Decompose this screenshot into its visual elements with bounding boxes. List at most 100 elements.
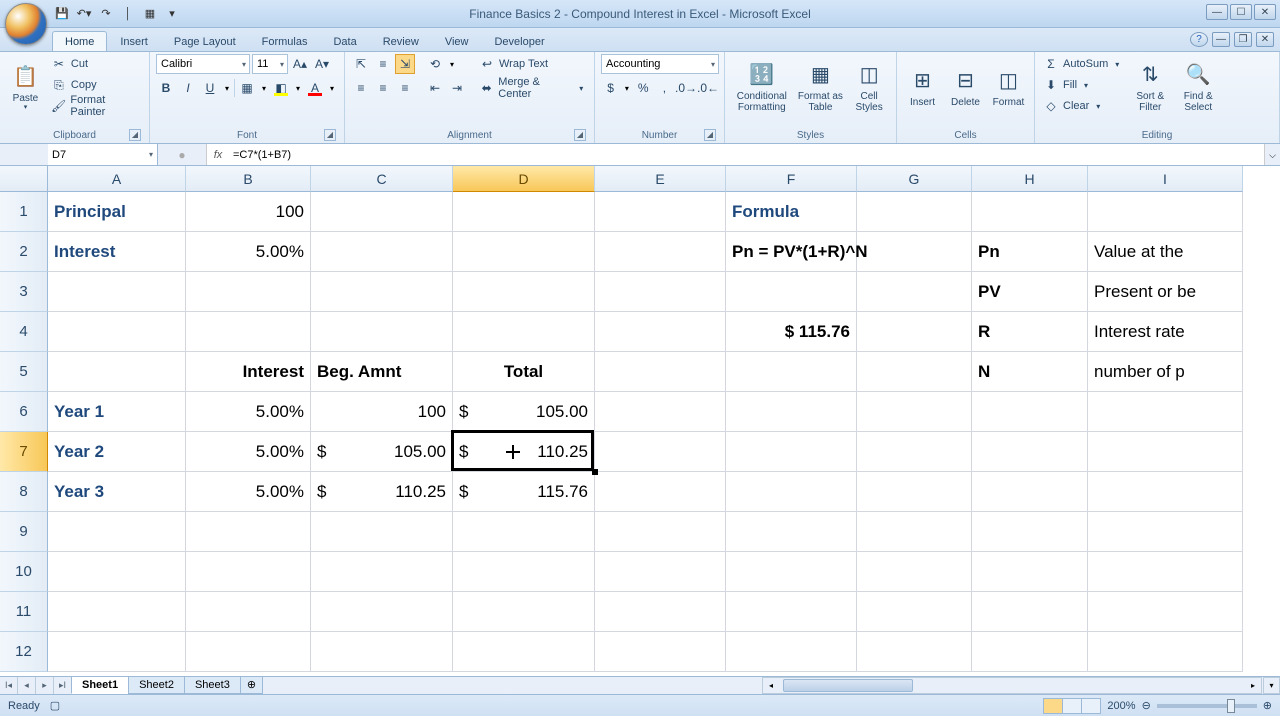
cell-F7[interactable] bbox=[726, 432, 857, 472]
cell-F6[interactable] bbox=[726, 392, 857, 432]
col-header-H[interactable]: H bbox=[972, 166, 1088, 192]
cell-G9[interactable] bbox=[857, 512, 972, 552]
cell-F12[interactable] bbox=[726, 632, 857, 672]
col-header-A[interactable]: A bbox=[48, 166, 186, 192]
qat-custom1-icon[interactable]: ▦ bbox=[140, 4, 160, 24]
sheet-nav-next[interactable]: ▸ bbox=[36, 677, 54, 694]
cell-B8[interactable]: 5.00% bbox=[186, 472, 311, 512]
tab-page-layout[interactable]: Page Layout bbox=[161, 31, 249, 51]
cell-C3[interactable] bbox=[311, 272, 453, 312]
sheet-tab-sheet1[interactable]: Sheet1 bbox=[71, 677, 129, 694]
cell-H2[interactable]: Pn bbox=[972, 232, 1088, 272]
cell-E3[interactable] bbox=[595, 272, 726, 312]
office-button[interactable] bbox=[5, 3, 47, 45]
fx-button[interactable]: fx bbox=[207, 149, 229, 161]
macro-record-icon[interactable]: ▢ bbox=[50, 699, 60, 712]
cell-D4[interactable] bbox=[453, 312, 595, 352]
cell-G11[interactable] bbox=[857, 592, 972, 632]
row-header-11[interactable]: 11 bbox=[0, 592, 48, 632]
wrap-text-button[interactable]: ↩Wrap Text bbox=[477, 54, 588, 74]
cell-I12[interactable] bbox=[1088, 632, 1243, 672]
font-launcher[interactable]: ◢ bbox=[324, 129, 336, 141]
conditional-formatting-button[interactable]: 🔢Conditional Formatting bbox=[731, 54, 793, 120]
border-button[interactable]: ▦ bbox=[237, 78, 257, 98]
cell-B5[interactable]: Interest bbox=[186, 352, 311, 392]
cell-A8[interactable]: Year 3 bbox=[48, 472, 186, 512]
tab-review[interactable]: Review bbox=[370, 31, 432, 51]
zoom-in-button[interactable]: ⊕ bbox=[1263, 699, 1272, 712]
expand-formula-bar[interactable]: ⌵ bbox=[1264, 144, 1280, 165]
maximize-button[interactable]: ☐ bbox=[1230, 4, 1252, 20]
cell-E4[interactable] bbox=[595, 312, 726, 352]
cell-G6[interactable] bbox=[857, 392, 972, 432]
cell-E10[interactable] bbox=[595, 552, 726, 592]
row-header-12[interactable]: 12 bbox=[0, 632, 48, 672]
underline-button[interactable]: U bbox=[200, 78, 220, 98]
cell-A5[interactable] bbox=[48, 352, 186, 392]
help-icon[interactable]: ? bbox=[1190, 32, 1208, 47]
align-right-icon[interactable]: ≡ bbox=[395, 78, 415, 98]
format-cells-button[interactable]: ◫Format bbox=[989, 54, 1028, 120]
cell-H12[interactable] bbox=[972, 632, 1088, 672]
font-size-combo[interactable]: 11 bbox=[252, 54, 288, 74]
cell-F5[interactable] bbox=[726, 352, 857, 392]
row-header-2[interactable]: 2 bbox=[0, 232, 48, 272]
cell-H1[interactable] bbox=[972, 192, 1088, 232]
comma-format-icon[interactable]: , bbox=[655, 78, 674, 98]
cell-C12[interactable] bbox=[311, 632, 453, 672]
scroll-thumb[interactable] bbox=[783, 679, 913, 692]
cell-A11[interactable] bbox=[48, 592, 186, 632]
cell-F1[interactable]: Formula bbox=[726, 192, 857, 232]
cell-B4[interactable] bbox=[186, 312, 311, 352]
cell-G2[interactable] bbox=[857, 232, 972, 272]
workbook-minimize[interactable]: — bbox=[1212, 32, 1230, 47]
cell-I10[interactable] bbox=[1088, 552, 1243, 592]
page-break-view-button[interactable] bbox=[1081, 698, 1101, 714]
format-painter-button[interactable]: 🖌Format Painter bbox=[49, 96, 143, 116]
align-middle-icon[interactable]: ≡ bbox=[373, 54, 393, 74]
cell-E9[interactable] bbox=[595, 512, 726, 552]
qat-undo-icon[interactable]: ↶▾ bbox=[74, 4, 94, 24]
cell-I9[interactable] bbox=[1088, 512, 1243, 552]
cell-D10[interactable] bbox=[453, 552, 595, 592]
sheet-tab-sheet3[interactable]: Sheet3 bbox=[184, 677, 241, 694]
name-box[interactable]: D7 bbox=[48, 144, 158, 165]
cell-D1[interactable] bbox=[453, 192, 595, 232]
cell-I4[interactable]: Interest rate bbox=[1088, 312, 1243, 352]
cell-E8[interactable] bbox=[595, 472, 726, 512]
cell-D7[interactable]: $110.25 bbox=[453, 432, 595, 472]
cell-C10[interactable] bbox=[311, 552, 453, 592]
italic-button[interactable]: I bbox=[178, 78, 198, 98]
delete-cells-button[interactable]: ⊟Delete bbox=[946, 54, 985, 120]
cell-I2[interactable]: Value at the bbox=[1088, 232, 1243, 272]
number-format-combo[interactable]: Accounting bbox=[601, 54, 719, 74]
cell-A12[interactable] bbox=[48, 632, 186, 672]
cell-H10[interactable] bbox=[972, 552, 1088, 592]
workbook-restore[interactable]: ❐ bbox=[1234, 32, 1252, 47]
tab-formulas[interactable]: Formulas bbox=[249, 31, 321, 51]
cell-I7[interactable] bbox=[1088, 432, 1243, 472]
fill-handle[interactable] bbox=[592, 469, 598, 475]
clear-button[interactable]: ◇Clear▾ bbox=[1041, 96, 1124, 116]
cell-B11[interactable] bbox=[186, 592, 311, 632]
cell-D11[interactable] bbox=[453, 592, 595, 632]
cell-A3[interactable] bbox=[48, 272, 186, 312]
align-bottom-icon[interactable]: ⇲ bbox=[395, 54, 415, 74]
align-center-icon[interactable]: ≡ bbox=[373, 78, 393, 98]
cell-E12[interactable] bbox=[595, 632, 726, 672]
cell-D6[interactable]: $105.00 bbox=[453, 392, 595, 432]
row-header-7[interactable]: 7 bbox=[0, 432, 48, 472]
sheet-tab-sheet2[interactable]: Sheet2 bbox=[128, 677, 185, 694]
row-header-6[interactable]: 6 bbox=[0, 392, 48, 432]
cell-E5[interactable] bbox=[595, 352, 726, 392]
cell-E2[interactable] bbox=[595, 232, 726, 272]
cell-F2[interactable]: Pn = PV*(1+R)^N bbox=[726, 232, 857, 272]
cell-A10[interactable] bbox=[48, 552, 186, 592]
cell-H7[interactable] bbox=[972, 432, 1088, 472]
tab-home[interactable]: Home bbox=[52, 31, 107, 51]
align-top-icon[interactable]: ⇱ bbox=[351, 54, 371, 74]
cell-styles-button[interactable]: ◫Cell Styles bbox=[848, 54, 890, 120]
cell-F11[interactable] bbox=[726, 592, 857, 632]
decrease-decimal-icon[interactable]: .0← bbox=[698, 78, 718, 98]
cell-G1[interactable] bbox=[857, 192, 972, 232]
